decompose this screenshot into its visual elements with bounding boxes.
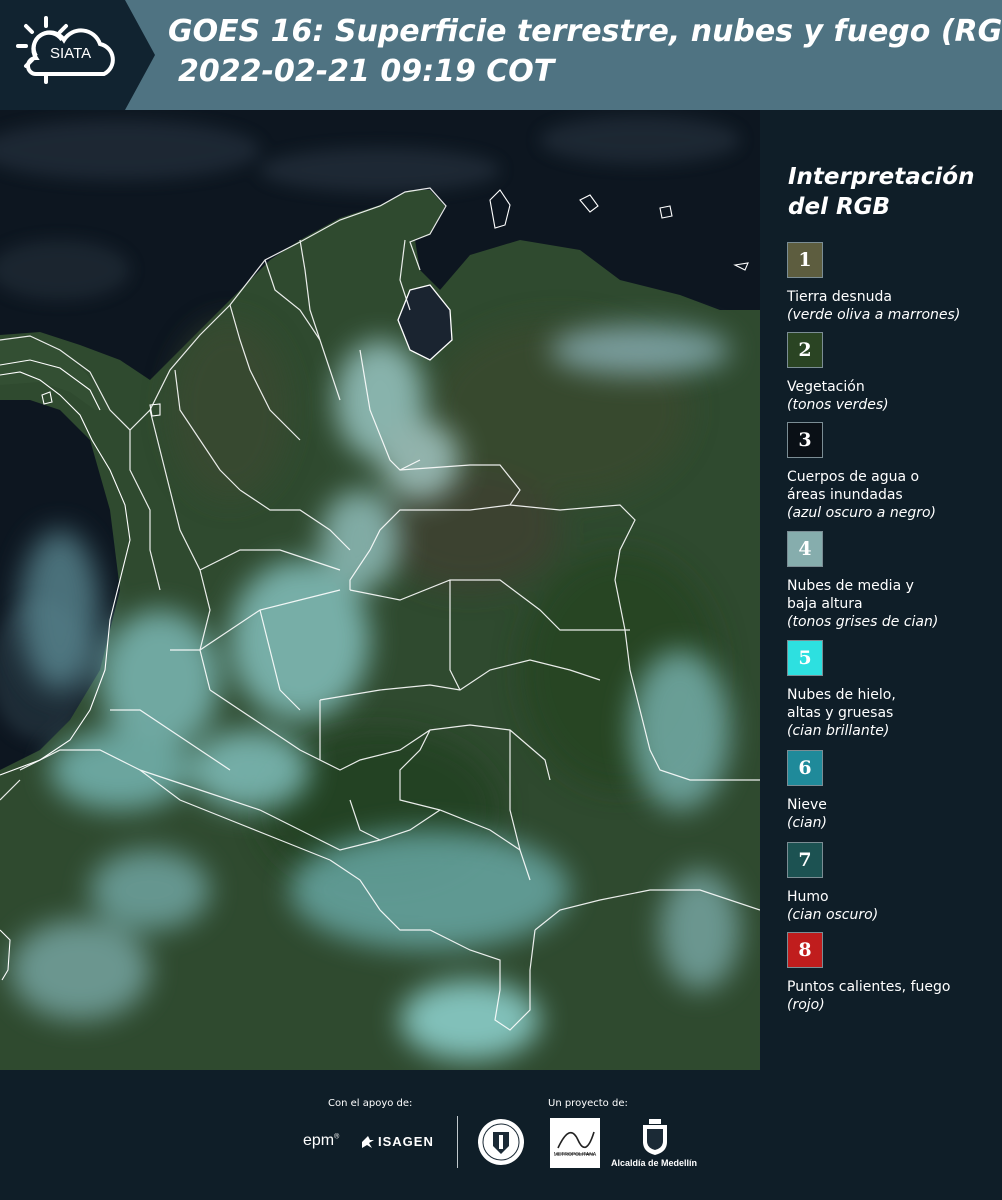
- header: SIATA GOES 16: Superficie terrestre, nub…: [0, 0, 1002, 110]
- footer-divider: [457, 1116, 458, 1168]
- university-seal-icon: [478, 1119, 524, 1165]
- legend-label: Nubes de media y baja altura: [787, 578, 914, 612]
- legend-item-7: 7 Humo (cian oscuro): [787, 842, 997, 924]
- legend-swatch: 3: [787, 422, 823, 458]
- legend-label: Vegetación: [787, 379, 865, 395]
- legend-swatch: 5: [787, 640, 823, 676]
- isagen-logo-text: ISAGEN: [378, 1134, 434, 1149]
- satellite-map: [0, 110, 760, 1070]
- legend-swatch: 2: [787, 332, 823, 368]
- area-logo-icon: [556, 1131, 595, 1155]
- rgb-legend: Interpretación del RGB 1 Tierra desnuda (v…: [760, 110, 1002, 1070]
- legend-sublabel: (cian brillante): [787, 723, 890, 739]
- legend-item-1: 1 Tierra desnuda (verde oliva a marrones): [787, 242, 997, 324]
- legend-item-4: 4 Nubes de media y baja altura (tonos gris…: [787, 531, 997, 631]
- area-metropolitana-logo: [550, 1118, 600, 1168]
- support-label: Con el apoyo de:: [328, 1098, 413, 1109]
- legend-item-2: 2 Vegetación (tonos verdes): [787, 332, 997, 414]
- legend-item-5: 5 Nubes de hielo, altas y gruesas (cian br…: [787, 640, 997, 740]
- siata-logo-text: SIATA: [50, 45, 92, 62]
- legend-item-3: 3 Cuerpos de agua o áreas inundadas (azul …: [787, 422, 997, 522]
- legend-swatch: 4: [787, 531, 823, 567]
- legend-swatch: 1: [787, 242, 823, 278]
- epm-logo-text: epm: [303, 1132, 335, 1149]
- legend-sublabel: (rojo): [787, 997, 825, 1013]
- legend-title: Interpretación del RGB: [788, 162, 974, 222]
- alcaldia-shield-icon: [643, 1119, 667, 1155]
- legend-label: Cuerpos de agua o áreas inundadas: [787, 469, 920, 503]
- legend-title-line1: Interpretación: [788, 164, 975, 190]
- page-timestamp: 2022-02-21 09:19 COT: [178, 54, 555, 89]
- legend-title-line2: del RGB: [788, 194, 891, 220]
- legend-sublabel: (cian): [787, 815, 827, 831]
- legend-sublabel: (verde oliva a marrones): [787, 307, 961, 323]
- page-title: GOES 16: Superficie terrestre, nubes y f…: [168, 14, 1002, 49]
- legend-label: Nubes de hielo, altas y gruesas: [787, 687, 896, 721]
- legend-item-6: 6 Nieve (cian): [787, 750, 997, 832]
- satellite-image: [0, 110, 760, 1070]
- legend-label: Puntos calientes, fuego: [787, 979, 951, 995]
- isagen-logo-icon: [362, 1136, 374, 1148]
- legend-label: Nieve: [787, 797, 827, 813]
- legend-sublabel: (tonos verdes): [787, 397, 889, 413]
- legend-label: Humo: [787, 889, 829, 905]
- alcaldia-logo-text: Alcaldía de Medellín: [611, 1158, 698, 1168]
- legend-sublabel: (cian oscuro): [787, 907, 879, 923]
- epm-logo: epm®: [303, 1132, 340, 1149]
- legend-swatch: 6: [787, 750, 823, 786]
- legend-swatch: 7: [787, 842, 823, 878]
- area-logo-text: METROPOLITANA: [553, 1152, 597, 1158]
- legend-swatch: 8: [787, 932, 823, 968]
- footer: Con el apoyo de: Un proyecto de: epm® IS…: [0, 1070, 1002, 1200]
- legend-sublabel: (azul oscuro a negro): [787, 505, 936, 521]
- legend-sublabel: (tonos grises de cian): [787, 614, 939, 630]
- legend-item-8: 8 Puntos calientes, fuego (rojo): [787, 932, 997, 1014]
- page-root: SIATA GOES 16: Superficie terrestre, nub…: [0, 0, 1002, 1200]
- legend-label: Tierra desnuda: [787, 289, 892, 305]
- project-label: Un proyecto de:: [548, 1098, 628, 1109]
